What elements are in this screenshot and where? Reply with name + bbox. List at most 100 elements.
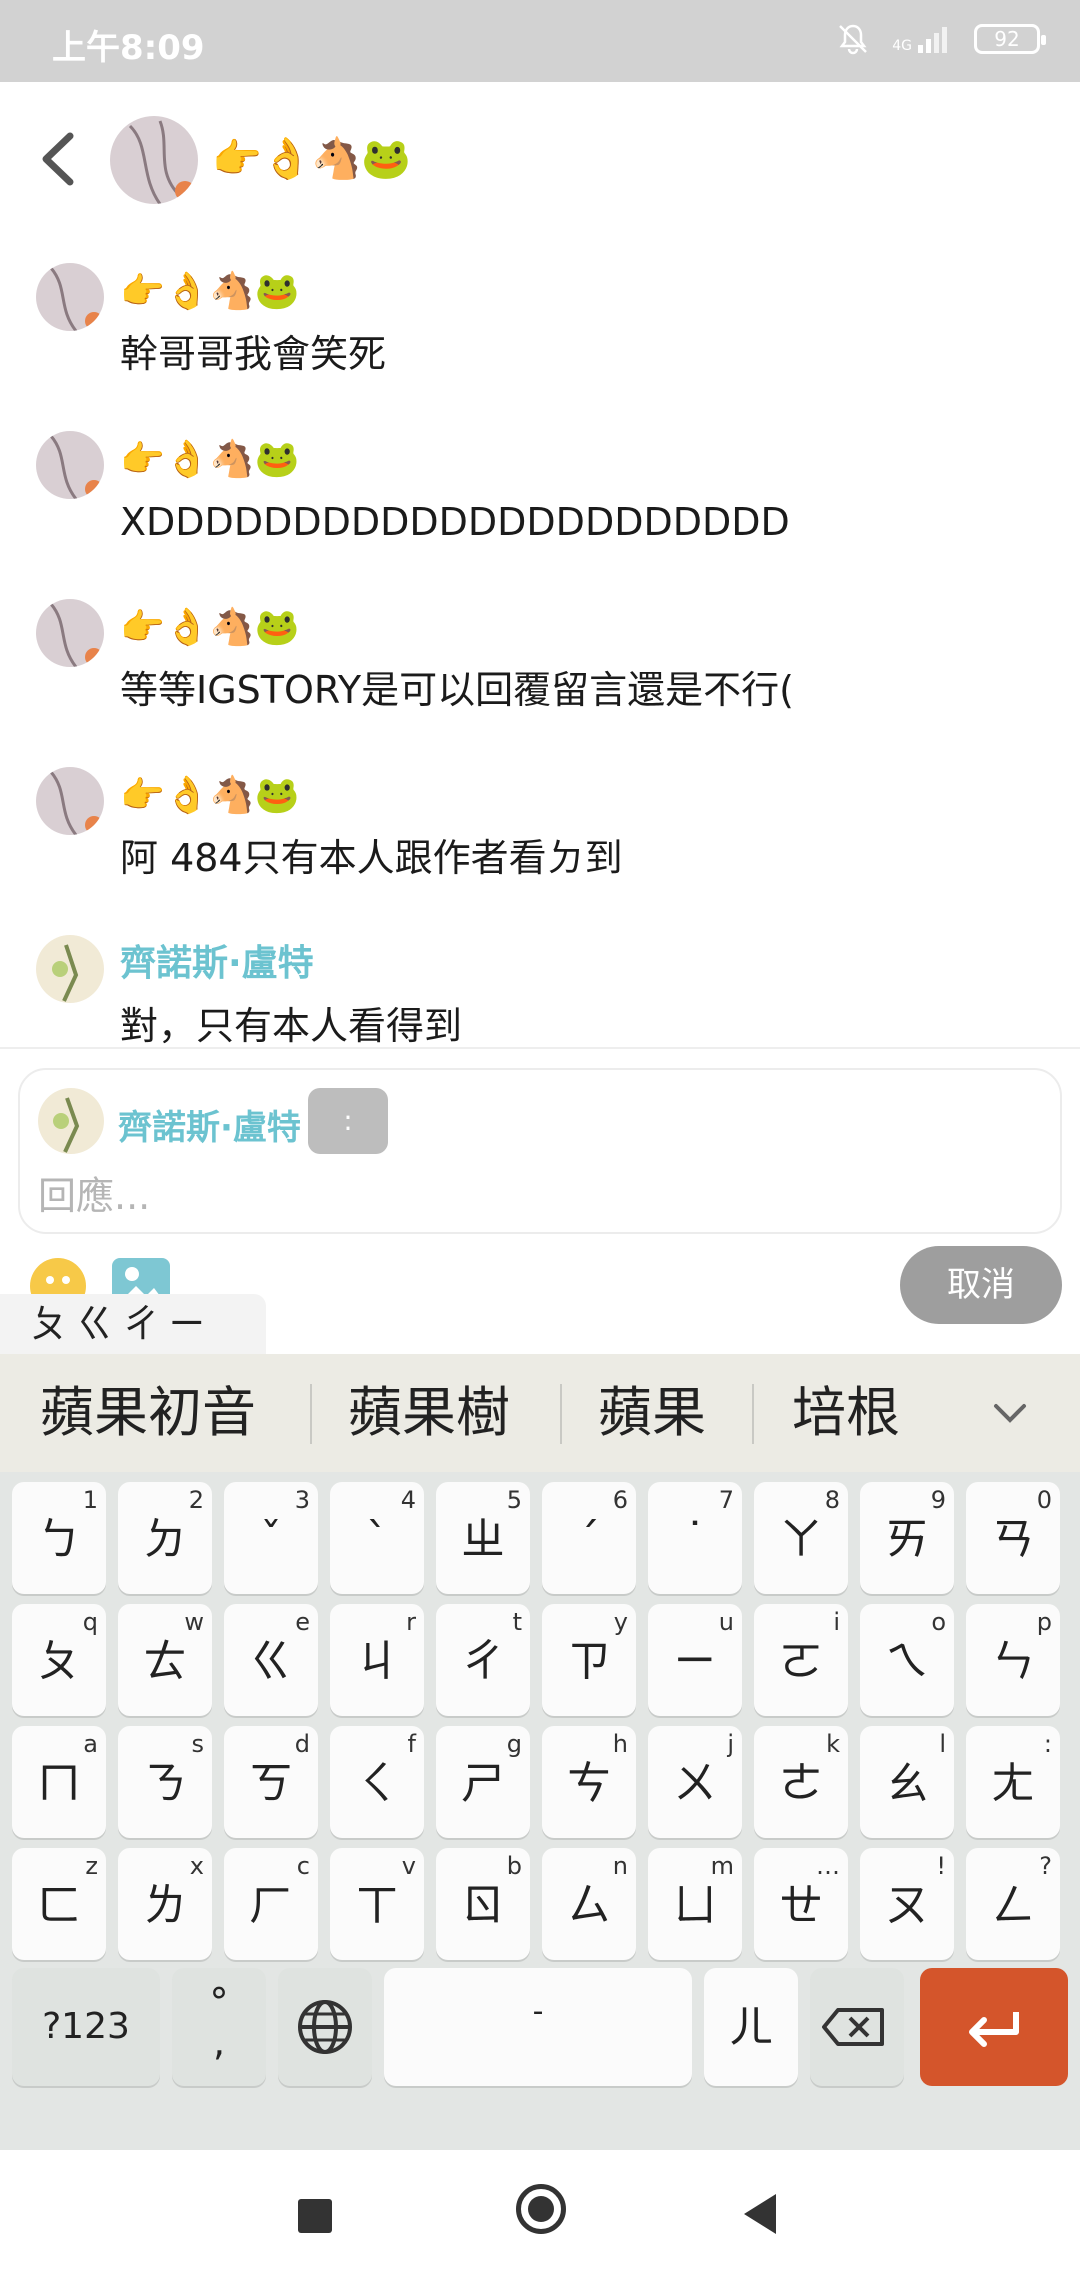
language-key[interactable] bbox=[278, 1968, 372, 2086]
er-key[interactable]: ㄦ bbox=[704, 1968, 798, 2086]
key-hint: a bbox=[83, 1730, 98, 1758]
key-1[interactable]: ㄅ1 bbox=[12, 1482, 106, 1594]
key-b[interactable]: ㄖb bbox=[436, 1848, 530, 1960]
expand-suggestions-button[interactable] bbox=[980, 1384, 1040, 1444]
key-m[interactable]: ㄩm bbox=[648, 1848, 742, 1960]
key-v[interactable]: ㄒv bbox=[330, 1848, 424, 1960]
backspace-icon bbox=[822, 2008, 884, 2046]
key-7[interactable]: ˙ 7 bbox=[648, 1482, 742, 1594]
suggestion-item[interactable]: 培根 bbox=[792, 1378, 900, 1448]
backspace-key[interactable] bbox=[810, 1968, 904, 2086]
key-2[interactable]: ㄉ2 bbox=[118, 1482, 212, 1594]
key-hint: u bbox=[718, 1608, 734, 1636]
mention-tag[interactable]: : bbox=[308, 1088, 388, 1154]
key-label: ㄩ bbox=[673, 1880, 717, 1931]
space-key[interactable]: - bbox=[384, 1968, 692, 2086]
key-8[interactable]: ㄚ8 bbox=[754, 1482, 848, 1594]
key-hint: : bbox=[1043, 1730, 1052, 1758]
key-label: ㄋ bbox=[143, 1758, 187, 1809]
key-5[interactable]: ㄓ5 bbox=[436, 1482, 530, 1594]
mute-icon bbox=[839, 24, 868, 55]
recent-apps-button[interactable] bbox=[298, 2199, 332, 2233]
key-0[interactable]: ㄢ0 bbox=[966, 1482, 1060, 1594]
header-avatar[interactable] bbox=[110, 116, 198, 204]
key-hint: j bbox=[727, 1730, 734, 1758]
status-time: 上午8:09 bbox=[52, 28, 205, 68]
key-6[interactable]: ˊ6 bbox=[542, 1482, 636, 1594]
key-j[interactable]: ㄨj bbox=[648, 1726, 742, 1838]
avatar[interactable] bbox=[36, 599, 104, 667]
chevron-left-icon bbox=[42, 132, 74, 186]
reply-target-name: 齊諾斯·盧特 bbox=[118, 1108, 301, 1148]
message-author: 👉👌🐴🐸 bbox=[120, 271, 300, 312]
key-x[interactable]: ㄌx bbox=[118, 1848, 212, 1960]
key-u[interactable]: ㄧu bbox=[648, 1604, 742, 1716]
key-f[interactable]: ㄑf bbox=[330, 1726, 424, 1838]
key-w[interactable]: ㄊw bbox=[118, 1604, 212, 1716]
key-3[interactable]: ˇ3 bbox=[224, 1482, 318, 1594]
key-y[interactable]: ㄗy bbox=[542, 1604, 636, 1716]
key-4[interactable]: ˋ4 bbox=[330, 1482, 424, 1594]
key-s[interactable]: ㄋs bbox=[118, 1726, 212, 1838]
key-label: ㄈ bbox=[37, 1880, 81, 1931]
key-hint: 7 bbox=[718, 1486, 734, 1514]
key-…[interactable]: ㄝ… bbox=[754, 1848, 848, 1960]
key-hint: y bbox=[613, 1608, 628, 1636]
avatar[interactable] bbox=[36, 263, 104, 331]
key-hint: 2 bbox=[188, 1486, 204, 1514]
key-hint: 8 bbox=[824, 1486, 840, 1514]
key-label: ㄌ bbox=[143, 1880, 187, 1931]
divider bbox=[0, 1047, 1080, 1049]
key-hint: h bbox=[612, 1730, 628, 1758]
key-:[interactable]: ㄤ: bbox=[966, 1726, 1060, 1838]
key-![interactable]: ㄡ! bbox=[860, 1848, 954, 1960]
key-label: ㄣ bbox=[991, 1636, 1035, 1687]
key-hint: ! bbox=[936, 1852, 946, 1880]
key-a[interactable]: ㄇa bbox=[12, 1726, 106, 1838]
key-d[interactable]: ㄎd bbox=[224, 1726, 318, 1838]
avatar[interactable] bbox=[36, 935, 104, 1003]
key-hint: p bbox=[1036, 1608, 1052, 1636]
suggestion-item[interactable]: 蘋果樹 bbox=[348, 1378, 510, 1448]
avatar[interactable] bbox=[36, 767, 104, 835]
message-item: 👉👌🐴🐸 幹哥哥我會笑死 bbox=[0, 237, 1080, 407]
status-icons: 4G 92 bbox=[836, 22, 1046, 56]
reply-input[interactable] bbox=[38, 1168, 1018, 1224]
key-label: ˋ bbox=[366, 1514, 388, 1565]
key-l[interactable]: ㄠl bbox=[860, 1726, 954, 1838]
key-label: ㄠ bbox=[885, 1758, 929, 1809]
key-z[interactable]: ㄈz bbox=[12, 1848, 106, 1960]
home-button[interactable] bbox=[516, 2184, 566, 2234]
key-9[interactable]: ㄞ9 bbox=[860, 1482, 954, 1594]
key-o[interactable]: ㄟo bbox=[860, 1604, 954, 1716]
key-h[interactable]: ㄘh bbox=[542, 1726, 636, 1838]
cancel-button[interactable]: 取消 bbox=[900, 1246, 1062, 1324]
suggestion-item[interactable]: 蘋果 bbox=[598, 1378, 706, 1448]
key-g[interactable]: ㄕg bbox=[436, 1726, 530, 1838]
suggestion-item[interactable]: 蘋果初音 bbox=[40, 1378, 256, 1448]
key-t[interactable]: ㄔt bbox=[436, 1604, 530, 1716]
reply-avatar bbox=[38, 1088, 104, 1154]
punctuation-key[interactable]: ° , bbox=[172, 1968, 266, 2086]
key-i[interactable]: ㄛi bbox=[754, 1604, 848, 1716]
key-n[interactable]: ㄙn bbox=[542, 1848, 636, 1960]
back-button[interactable] bbox=[30, 124, 90, 194]
avatar[interactable] bbox=[36, 431, 104, 499]
mode-switch-key[interactable]: ?123 bbox=[12, 1968, 160, 2086]
system-back-button[interactable] bbox=[744, 2194, 776, 2234]
enter-key[interactable] bbox=[920, 1968, 1068, 2086]
key-c[interactable]: ㄏc bbox=[224, 1848, 318, 1960]
message-list[interactable]: 👉👌🐴🐸 幹哥哥我會笑死 👉👌🐴🐸 XDDDDDDDDDDDDDDDDDDDDD… bbox=[0, 237, 1080, 1047]
key-r[interactable]: ㄐr bbox=[330, 1604, 424, 1716]
key-label: ㄟ bbox=[885, 1636, 929, 1687]
key-?[interactable]: ㄥ? bbox=[966, 1848, 1060, 1960]
mode-switch-label: ?123 bbox=[42, 2006, 130, 2047]
key-label: ㄥ bbox=[991, 1880, 1035, 1931]
key-q[interactable]: ㄆq bbox=[12, 1604, 106, 1716]
key-hint: 6 bbox=[612, 1486, 628, 1514]
key-e[interactable]: ㄍe bbox=[224, 1604, 318, 1716]
key-hint: x bbox=[189, 1852, 204, 1880]
key-k[interactable]: ㄜk bbox=[754, 1726, 848, 1838]
er-label: ㄦ bbox=[729, 2002, 773, 2053]
key-p[interactable]: ㄣp bbox=[966, 1604, 1060, 1716]
